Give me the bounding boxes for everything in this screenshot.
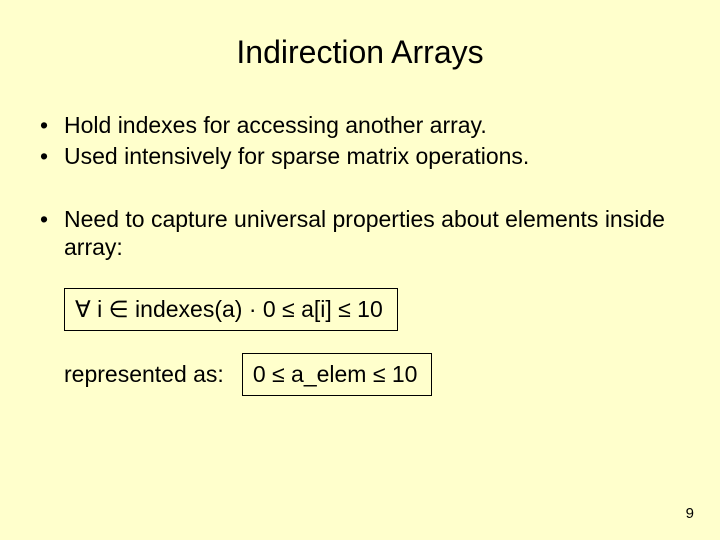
bullet-list: Need to capture universal properties abo…: [30, 205, 690, 263]
slide: Indirection Arrays Hold indexes for acce…: [0, 0, 720, 540]
slide-content: Hold indexes for accessing another array…: [30, 111, 690, 396]
bullet-list: Hold indexes for accessing another array…: [30, 111, 690, 171]
formula-box-representation: 0 ≤ a_elem ≤ 10: [242, 353, 433, 396]
formula-box-universal: ∀ i ∈ indexes(a) · 0 ≤ a[i] ≤ 10: [64, 288, 398, 331]
slide-title: Indirection Arrays: [30, 34, 690, 71]
represented-row: represented as: 0 ≤ a_elem ≤ 10: [30, 353, 690, 396]
spacer: [30, 264, 690, 286]
bullet-item: Hold indexes for accessing another array…: [30, 111, 690, 140]
bullet-item: Need to capture universal properties abo…: [30, 205, 690, 263]
spacer: [30, 331, 690, 353]
formula-row: ∀ i ∈ indexes(a) · 0 ≤ a[i] ≤ 10: [30, 288, 690, 331]
page-number: 9: [686, 505, 694, 522]
bullet-item: Used intensively for sparse matrix opera…: [30, 142, 690, 171]
spacer: [30, 173, 690, 205]
represented-label: represented as:: [64, 360, 224, 389]
